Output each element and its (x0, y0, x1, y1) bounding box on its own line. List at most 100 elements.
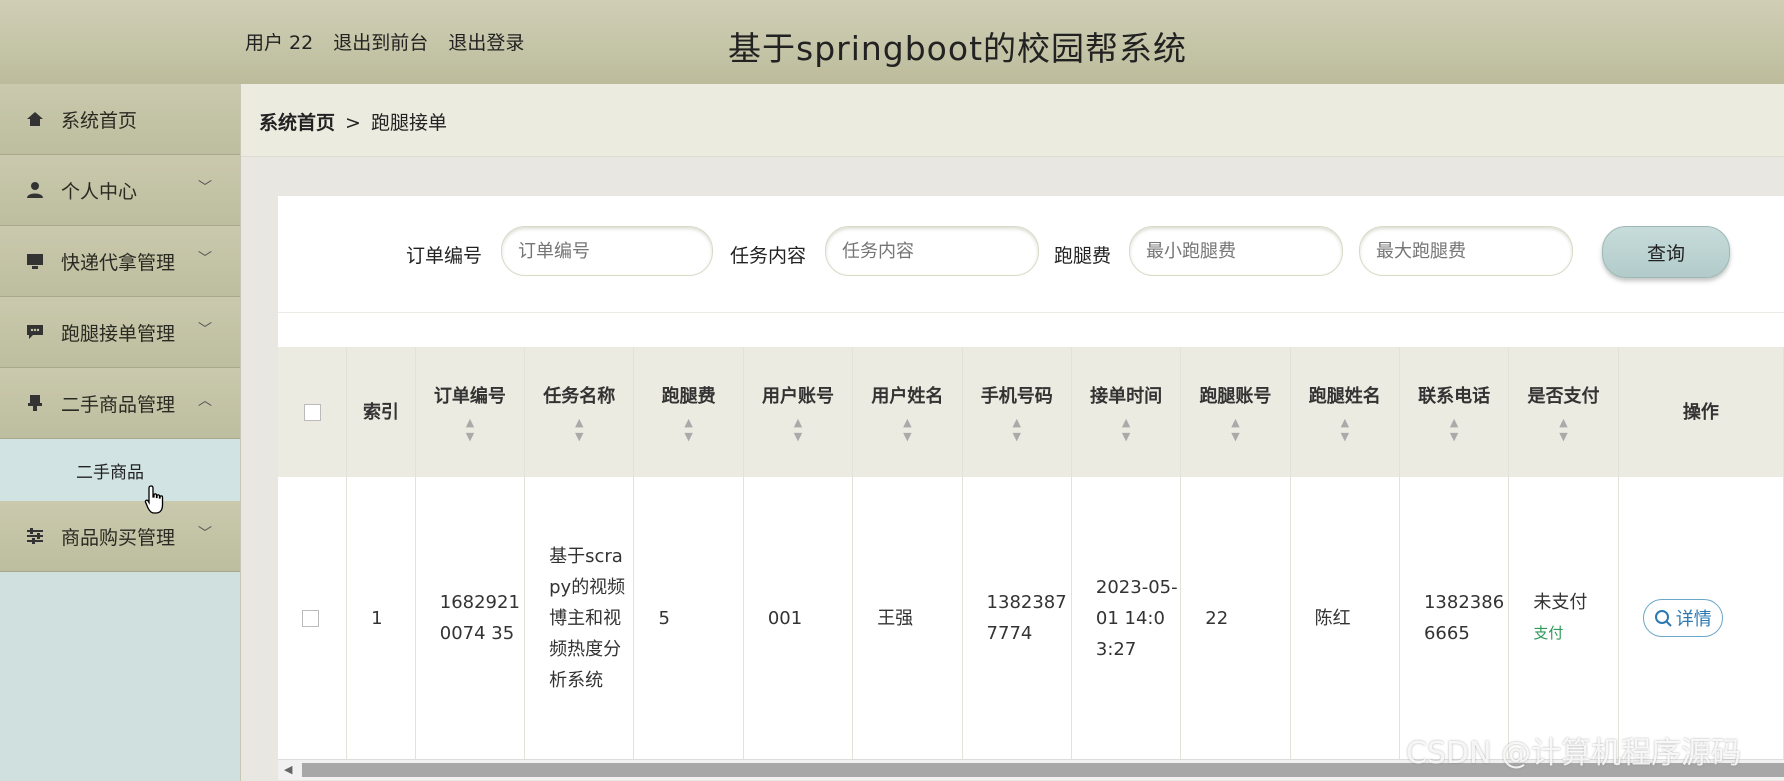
column-header-runner-account[interactable]: 跑腿账号 ▲ ▼ (1180, 347, 1291, 477)
chat-icon (25, 323, 45, 341)
cell-contact-phone: 13823866665 (1399, 477, 1510, 759)
sidebar-item-label: 二手商品管理 (61, 393, 176, 416)
sort-icon[interactable]: ▲ ▼ (1072, 416, 1180, 444)
cell-task-name: 基于scrapy的视频博主和视频热度分析系统 (524, 477, 635, 759)
cell-index: 1 (346, 477, 416, 759)
chevron-down-icon: ﹀ (198, 526, 212, 542)
chevron-up-icon: ︿ (198, 393, 212, 409)
data-table-container: 索引 订单编号 ▲ ▼ 任务名称 ▲ ▼ 跑腿费 ▲ ▼ 用户账号 ▲ ▼ 用户姓名 ▲ ▼ 手机号… (278, 347, 1784, 759)
toolbar-strip (278, 313, 1784, 347)
logout-link[interactable]: 退出登录 (448, 32, 524, 54)
task-content-input[interactable] (825, 226, 1039, 276)
home-icon (25, 110, 45, 128)
search-icon (1654, 610, 1672, 627)
sort-icon[interactable]: ▲ ▼ (634, 416, 742, 444)
scroll-left-icon[interactable]: ◀ (284, 763, 292, 776)
sidebar-item-label: 跑腿接单管理 (61, 322, 176, 345)
column-header-user-name[interactable]: 用户姓名 ▲ ▼ (852, 347, 963, 477)
sort-icon[interactable]: ▲ ▼ (853, 416, 961, 444)
sidebar-item-secondhand-management[interactable]: 二手商品管理 ︿ (0, 368, 240, 439)
sidebar: 系统首页 个人中心 ﹀ 快递代拿管理 ﹀ 跑腿接单管理 ﹀ 二手商品管理 ︿ 二… (0, 84, 241, 781)
sort-icon[interactable]: ▲ ▼ (1181, 416, 1289, 444)
breadcrumb-bar: 系统首页 > 跑腿接单 (241, 84, 1784, 157)
sidebar-item-home[interactable]: 系统首页 (0, 84, 240, 155)
row-select-cell (278, 477, 348, 759)
detail-button-label: 详情 (1675, 609, 1712, 630)
sidebar-item-personal-center[interactable]: 个人中心 ﹀ (0, 155, 240, 226)
search-card: 订单编号 任务内容 跑腿费 查询 (278, 196, 1784, 313)
sliders-icon (25, 527, 45, 545)
breadcrumb: 系统首页 > 跑腿接单 (259, 108, 447, 135)
cell-runner-name: 陈红 (1290, 477, 1400, 759)
task-content-label: 任务内容 (730, 245, 807, 267)
query-button[interactable]: 查询 (1602, 226, 1730, 278)
sidebar-item-label: 个人中心 (61, 180, 138, 203)
cell-fee: 5 (633, 477, 744, 759)
column-header-actions: 操作 (1618, 347, 1784, 477)
row-checkbox[interactable] (302, 610, 319, 627)
sort-icon[interactable]: ▲ ▼ (416, 416, 524, 444)
user-icon (25, 181, 45, 199)
sidebar-subitem-label: 二手商品 (76, 462, 144, 483)
hand-cursor-icon (144, 484, 168, 520)
table-header-row: 索引 订单编号 ▲ ▼ 任务名称 ▲ ▼ 跑腿费 ▲ ▼ 用户账号 ▲ ▼ 用户姓名 ▲ ▼ 手机号… (278, 347, 1784, 477)
detail-button[interactable]: 详情 (1642, 599, 1723, 637)
user-label: 用户 22 (245, 32, 314, 54)
sort-icon[interactable]: ▲ ▼ (1400, 416, 1508, 444)
sidebar-item-label: 商品购买管理 (61, 526, 176, 549)
column-header-contact-phone[interactable]: 联系电话 ▲ ▼ (1399, 347, 1510, 477)
sort-icon[interactable]: ▲ ▼ (525, 416, 633, 444)
sort-icon[interactable]: ▲ ▼ (963, 416, 1071, 444)
chevron-down-icon: ﹀ (198, 180, 212, 196)
breadcrumb-home[interactable]: 系统首页 (259, 112, 335, 134)
sidebar-item-express-management[interactable]: 快递代拿管理 ﹀ (0, 226, 240, 297)
table-row: 1 16829210074 35 基于scrapy的视频博主和视频热度分析系统 … (278, 477, 1784, 759)
chevron-down-icon: ﹀ (198, 322, 212, 338)
sidebar-subitem-secondhand-goods[interactable]: 二手商品 (0, 439, 240, 501)
cell-actions: 详情 (1618, 477, 1784, 759)
monitor-icon (25, 252, 45, 270)
select-all-checkbox[interactable] (303, 404, 321, 421)
stamp-icon (25, 394, 45, 412)
cell-user-name: 王强 (852, 477, 963, 759)
sidebar-item-errand-management[interactable]: 跑腿接单管理 ﹀ (0, 297, 240, 368)
fee-min-input[interactable] (1129, 226, 1343, 276)
chevron-down-icon: ﹀ (198, 251, 212, 267)
top-header: 用户 22 退出到前台 退出登录 基于springboot的校园帮系统 (0, 0, 1784, 85)
column-header-index[interactable]: 索引 (346, 347, 416, 477)
order-no-input[interactable] (501, 226, 713, 276)
paid-status: 未支付 (1533, 592, 1588, 613)
breadcrumb-separator: > (345, 112, 361, 134)
cell-phone: 13823877774 (962, 477, 1072, 759)
sidebar-item-purchase-management[interactable]: 商品购买管理 ﹀ (0, 501, 240, 572)
column-header-runner-name[interactable]: 跑腿姓名 ▲ ▼ (1290, 347, 1400, 477)
fee-label: 跑腿费 (1054, 245, 1112, 267)
order-no-label: 订单编号 (406, 245, 483, 267)
site-title: 基于springboot的校园帮系统 (728, 29, 1188, 68)
column-header-fee[interactable]: 跑腿费 ▲ ▼ (633, 347, 744, 477)
breadcrumb-current: 跑腿接单 (370, 112, 447, 134)
column-header-accept-time[interactable]: 接单时间 ▲ ▼ (1071, 347, 1182, 477)
sidebar-item-label: 系统首页 (61, 109, 138, 132)
back-to-front-link[interactable]: 退出到前台 (333, 32, 428, 54)
data-table: 索引 订单编号 ▲ ▼ 任务名称 ▲ ▼ 跑腿费 ▲ ▼ 用户账号 ▲ ▼ 用户姓名 ▲ ▼ 手机号… (278, 347, 1784, 759)
pay-link[interactable]: 支付 (1533, 618, 1617, 649)
sort-icon[interactable]: ▲ ▼ (744, 416, 852, 444)
column-header-task-name[interactable]: 任务名称 ▲ ▼ (524, 347, 635, 477)
sort-icon[interactable]: ▲ ▼ (1291, 416, 1399, 444)
sort-icon[interactable]: ▲ ▼ (1509, 416, 1617, 444)
cell-user-account: 001 (743, 477, 854, 759)
column-header-phone[interactable]: 手机号码 ▲ ▼ (962, 347, 1072, 477)
fee-max-input[interactable] (1359, 226, 1573, 276)
column-header-user-account[interactable]: 用户账号 ▲ ▼ (743, 347, 854, 477)
cell-runner-account: 22 (1180, 477, 1291, 759)
search-row: 订单编号 任务内容 跑腿费 查询 (278, 196, 1784, 312)
cell-order-no: 16829210074 35 (415, 477, 526, 759)
cell-paid: 未支付 支付 (1508, 477, 1619, 759)
cell-accept-time: 2023-05-01 14:03:27 (1071, 477, 1182, 759)
sidebar-item-label: 快递代拿管理 (61, 251, 176, 274)
column-header-order-no[interactable]: 订单编号 ▲ ▼ (415, 347, 526, 477)
column-header-paid[interactable]: 是否支付 ▲ ▼ (1508, 347, 1619, 477)
header-links: 用户 22 退出到前台 退出登录 (245, 28, 538, 55)
watermark: CSDN @计算机程序源码 (1406, 736, 1742, 771)
